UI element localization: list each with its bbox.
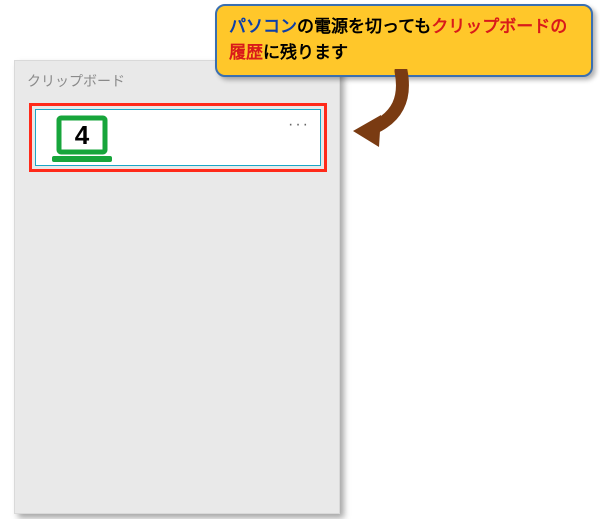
arrow-icon xyxy=(351,69,411,149)
callout-box: パソコンの電源を切ってもクリップボードの履歴に残ります xyxy=(215,4,593,77)
clipboard-panel: クリップボード 4 ··· xyxy=(14,60,340,514)
callout-seg-1: パソコン xyxy=(229,17,297,36)
laptop-number: 4 xyxy=(75,120,90,150)
callout-seg-2: の電源を切っても xyxy=(297,17,431,36)
clipboard-item[interactable]: 4 ··· xyxy=(35,109,321,166)
laptop-icon: 4 xyxy=(46,114,118,166)
panel-title: クリップボード xyxy=(27,71,125,91)
callout-seg-4: に残ります xyxy=(263,43,348,62)
more-icon[interactable]: ··· xyxy=(288,116,310,134)
item-highlight-box: 4 ··· xyxy=(29,103,327,172)
